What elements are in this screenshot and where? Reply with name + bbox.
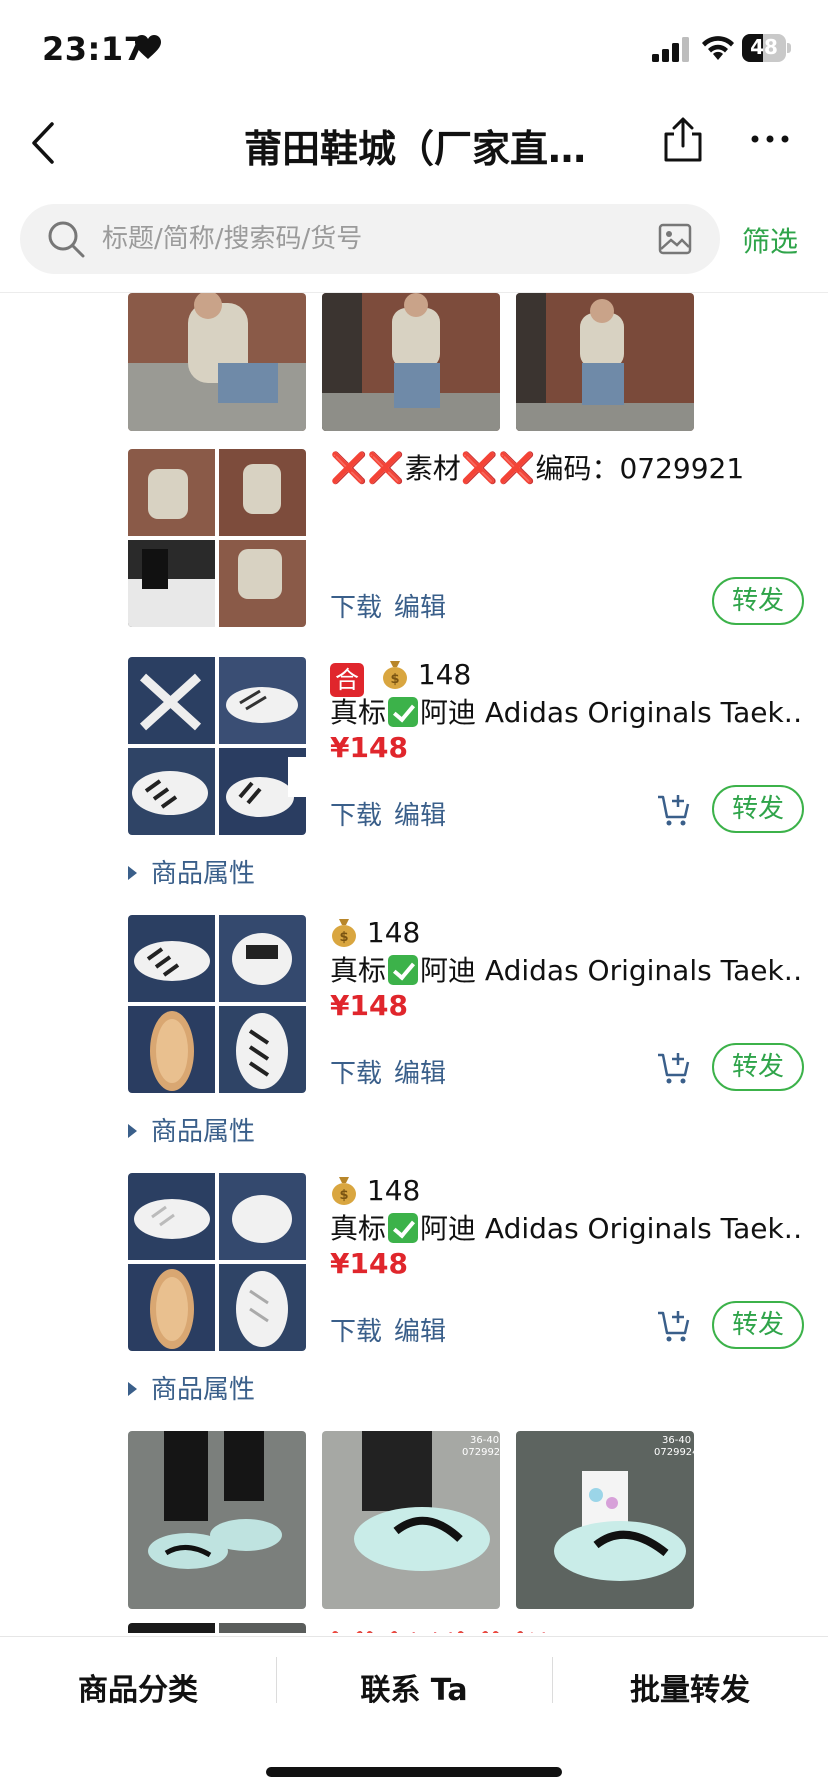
wifi-icon <box>702 36 734 60</box>
money-bag-icon: $ <box>332 919 356 947</box>
photo-size-label: 36-40 <box>470 1435 499 1446</box>
money-bag-icon: $ <box>382 661 407 689</box>
download-link[interactable]: 下载 <box>330 587 382 624</box>
post-photo-grid[interactable] <box>128 657 306 835</box>
edit-link[interactable]: 编辑 <box>394 795 446 832</box>
product-attributes-toggle[interactable]: 商品属性 <box>128 1369 255 1406</box>
product-price: ¥148 <box>330 1247 408 1280</box>
back-chevron-icon[interactable] <box>26 118 66 168</box>
check-mark-icon <box>388 697 419 727</box>
add-to-cart-icon[interactable] <box>656 793 692 829</box>
photo-code-label: 0729924 <box>654 1447 694 1458</box>
product-attributes-toggle[interactable]: 商品属性 <box>128 1111 255 1148</box>
edit-link[interactable]: 编辑 <box>394 1311 446 1348</box>
check-mark-icon <box>388 1213 419 1243</box>
home-indicator[interactable] <box>266 1767 562 1777</box>
product-feed[interactable]: ❌❌素材❌❌编码：0729921 下载 编辑 转发 合 $ 148 真标 阿迪 A… <box>0 293 828 1633</box>
photo-code-label: 0729924 <box>462 1447 500 1458</box>
add-to-cart-icon[interactable] <box>656 1309 692 1345</box>
post-photo-grid[interactable] <box>128 915 306 1093</box>
tab-contact[interactable]: 联系 Ta <box>276 1665 552 1709</box>
post-photo[interactable] <box>322 293 500 431</box>
page-title: 莆田鞋城（厂家直… <box>243 127 586 171</box>
forward-button[interactable]: 转发 <box>712 1301 804 1349</box>
search-bar[interactable] <box>20 204 720 274</box>
product-price: ¥148 <box>330 989 408 1022</box>
post-photo[interactable] <box>516 293 694 431</box>
svg-text:$: $ <box>390 672 399 687</box>
tab-product-categories[interactable]: 商品分类 <box>0 1665 276 1709</box>
price-tag-line: $ 148 <box>330 1173 420 1207</box>
post-title: ❌❌素材❌❌编码：0729921 <box>330 451 745 486</box>
download-link[interactable]: 下载 <box>330 795 382 832</box>
heart-icon <box>135 35 161 59</box>
battery-level: 48 <box>750 35 778 59</box>
forward-button[interactable]: 转发 <box>712 785 804 833</box>
nav-bar: 莆田鞋城（厂家直… <box>0 100 828 190</box>
photo-size-label: 36-40 <box>662 1435 691 1446</box>
tab-batch-forward[interactable]: 批量转发 <box>552 1665 828 1709</box>
post-title: ❌❌素材❌❌编码：0729924 <box>330 1625 734 1633</box>
share-icon[interactable] <box>660 116 706 164</box>
money-bag-icon: $ <box>332 1177 356 1205</box>
edit-link[interactable]: 编辑 <box>394 587 446 624</box>
post-photo-grid[interactable] <box>128 449 306 627</box>
add-to-cart-icon[interactable] <box>656 1051 692 1087</box>
forward-button[interactable]: 转发 <box>712 1043 804 1091</box>
download-link[interactable]: 下载 <box>330 1053 382 1090</box>
search-input[interactable] <box>102 214 602 264</box>
battery-icon: 48 <box>742 34 791 62</box>
post-photo[interactable]: 36-400729924 <box>322 1431 500 1609</box>
post-title: 真标 阿迪 Adidas Originals Taek… <box>330 696 800 729</box>
post-photo-grid[interactable] <box>128 1623 306 1633</box>
more-options-icon[interactable] <box>750 132 790 146</box>
search-icon <box>48 221 85 258</box>
filter-button[interactable]: 筛选 <box>742 220 798 260</box>
status-bar: 23:17 48 <box>0 0 828 100</box>
post-photo[interactable] <box>128 1431 306 1609</box>
product-price: ¥148 <box>330 731 408 764</box>
forward-button[interactable]: 转发 <box>712 577 804 625</box>
post-title: 真标 阿迪 Adidas Originals Taek… <box>330 1212 800 1245</box>
download-link[interactable]: 下载 <box>330 1311 382 1348</box>
post-photo-grid[interactable] <box>128 1173 306 1351</box>
post-photo[interactable] <box>128 293 306 431</box>
svg-text:$: $ <box>339 1188 348 1203</box>
price-tag-line: $ 148 <box>330 915 420 949</box>
post-title: 真标 阿迪 Adidas Originals Taek… <box>330 954 800 987</box>
edit-link[interactable]: 编辑 <box>394 1053 446 1090</box>
cellular-signal-icon <box>652 37 689 62</box>
post-photo[interactable]: 36-400729924 <box>516 1431 694 1609</box>
check-mark-icon <box>388 955 419 985</box>
svg-text:$: $ <box>339 930 348 945</box>
status-time: 23:17 <box>42 30 147 68</box>
product-attributes-toggle[interactable]: 商品属性 <box>128 853 255 890</box>
image-search-icon[interactable] <box>658 222 692 256</box>
